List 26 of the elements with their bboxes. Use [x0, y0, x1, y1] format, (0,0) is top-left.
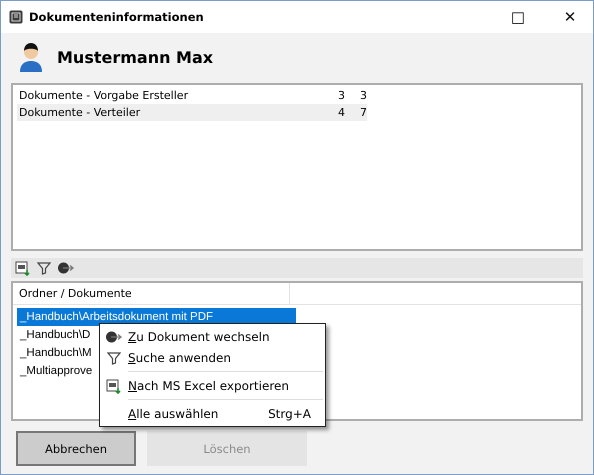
arrow-circle-icon[interactable]: [105, 330, 123, 344]
filter-icon[interactable]: [37, 261, 51, 275]
menu-item[interactable]: Alle auswählen Strg+A: [100, 403, 325, 424]
summary-row[interactable]: Dokumente - Verteiler 4 7: [17, 104, 367, 121]
document-window-icon: [9, 10, 23, 24]
summary-row[interactable]: Dokumente - Vorgabe Ersteller 3 3: [17, 87, 367, 104]
menu-item[interactable]: Suche anwenden: [100, 347, 325, 368]
column-header[interactable]: Ordner / Dokumente: [13, 283, 290, 304]
row-count: 3: [359, 89, 367, 102]
row-count: 3: [337, 89, 345, 102]
row-count: 7: [359, 106, 367, 119]
spreadsheet-export-icon[interactable]: [106, 378, 122, 394]
user-name: Mustermann Max: [57, 48, 214, 66]
close-button[interactable]: ✕: [547, 1, 593, 33]
row-label: Dokumente - Vorgabe Ersteller: [19, 89, 190, 102]
row-label: Dokumente - Verteiler: [19, 106, 142, 119]
spreadsheet-export-icon[interactable]: [15, 260, 31, 276]
maximize-button[interactable]: □: [495, 1, 541, 33]
menu-item[interactable]: Zu Dokument wechseln: [100, 326, 325, 347]
arrow-circle-icon[interactable]: [57, 261, 75, 275]
dialog-button[interactable]: Abbrechen: [16, 431, 136, 466]
user-avatar-icon: [19, 42, 43, 72]
row-count: 4: [337, 106, 345, 119]
window-title: Dokumenteninformationen: [29, 10, 205, 24]
menu-item[interactable]: Nach MS Excel exportieren: [100, 375, 325, 396]
filter-icon[interactable]: [107, 350, 121, 364]
